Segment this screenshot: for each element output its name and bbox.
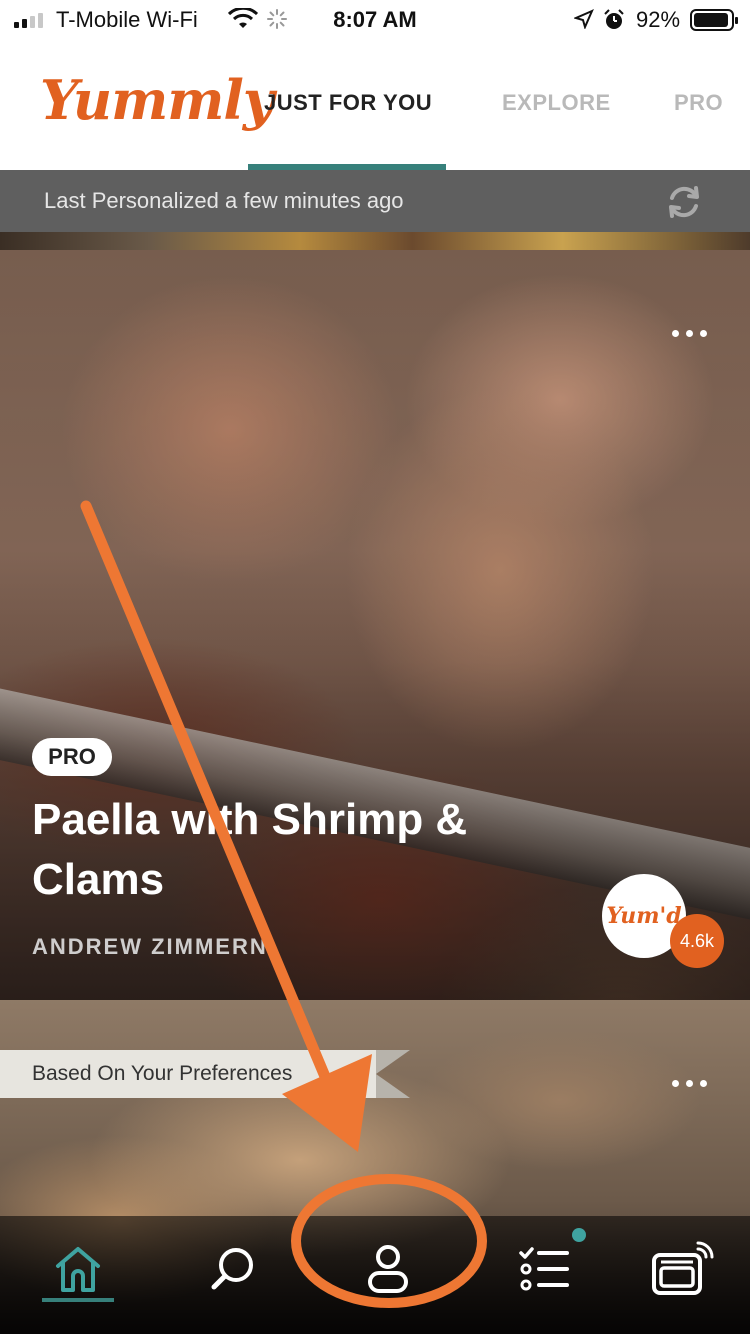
recipe-card[interactable]: PRO Paella with Shrimp & Clams ANDREW ZI… <box>0 250 750 1000</box>
profile-icon[interactable] <box>348 1234 428 1304</box>
battery-percent: 92% <box>636 7 681 32</box>
shopping-list-icon[interactable] <box>504 1234 584 1304</box>
home-icon[interactable] <box>38 1234 118 1304</box>
status-bar: T-Mobile Wi-Fi 8:07 AM 92% <box>0 0 750 40</box>
smart-oven-icon[interactable] <box>642 1234 722 1304</box>
home-active-indicator <box>42 1298 114 1302</box>
banner-ribbon-tail <box>376 1050 410 1098</box>
yum-count-badge: 4.6k <box>670 914 724 968</box>
alarm-icon <box>602 8 626 38</box>
more-options-icon[interactable] <box>672 330 707 337</box>
shopping-list-notification-dot <box>572 1228 586 1242</box>
app-header: Yummly JUST FOR YOU EXPLORE PRO <box>0 40 750 170</box>
tab-pro[interactable]: PRO <box>674 90 723 116</box>
location-arrow-icon <box>573 9 594 35</box>
pro-badge: PRO <box>32 738 112 776</box>
preferences-banner: Based On Your Preferences <box>0 1050 376 1098</box>
bottom-nav <box>0 1216 750 1334</box>
personalized-label: Last Personalized a few minutes ago <box>44 188 404 213</box>
tab-just-for-you[interactable]: JUST FOR YOU <box>264 90 432 116</box>
recipe-author[interactable]: ANDREW ZIMMERN <box>32 934 268 960</box>
personalized-bar: Last Personalized a few minutes ago <box>0 170 750 232</box>
battery-icon <box>690 9 738 31</box>
more-options-icon[interactable] <box>672 1080 707 1087</box>
refresh-icon[interactable] <box>662 180 706 230</box>
previous-card-edge <box>0 232 750 250</box>
yummly-logo[interactable]: Yummly <box>40 68 274 132</box>
search-icon[interactable] <box>192 1234 272 1304</box>
recipe-title[interactable]: Paella with Shrimp & Clams <box>32 790 532 910</box>
tab-explore[interactable]: EXPLORE <box>502 90 611 116</box>
